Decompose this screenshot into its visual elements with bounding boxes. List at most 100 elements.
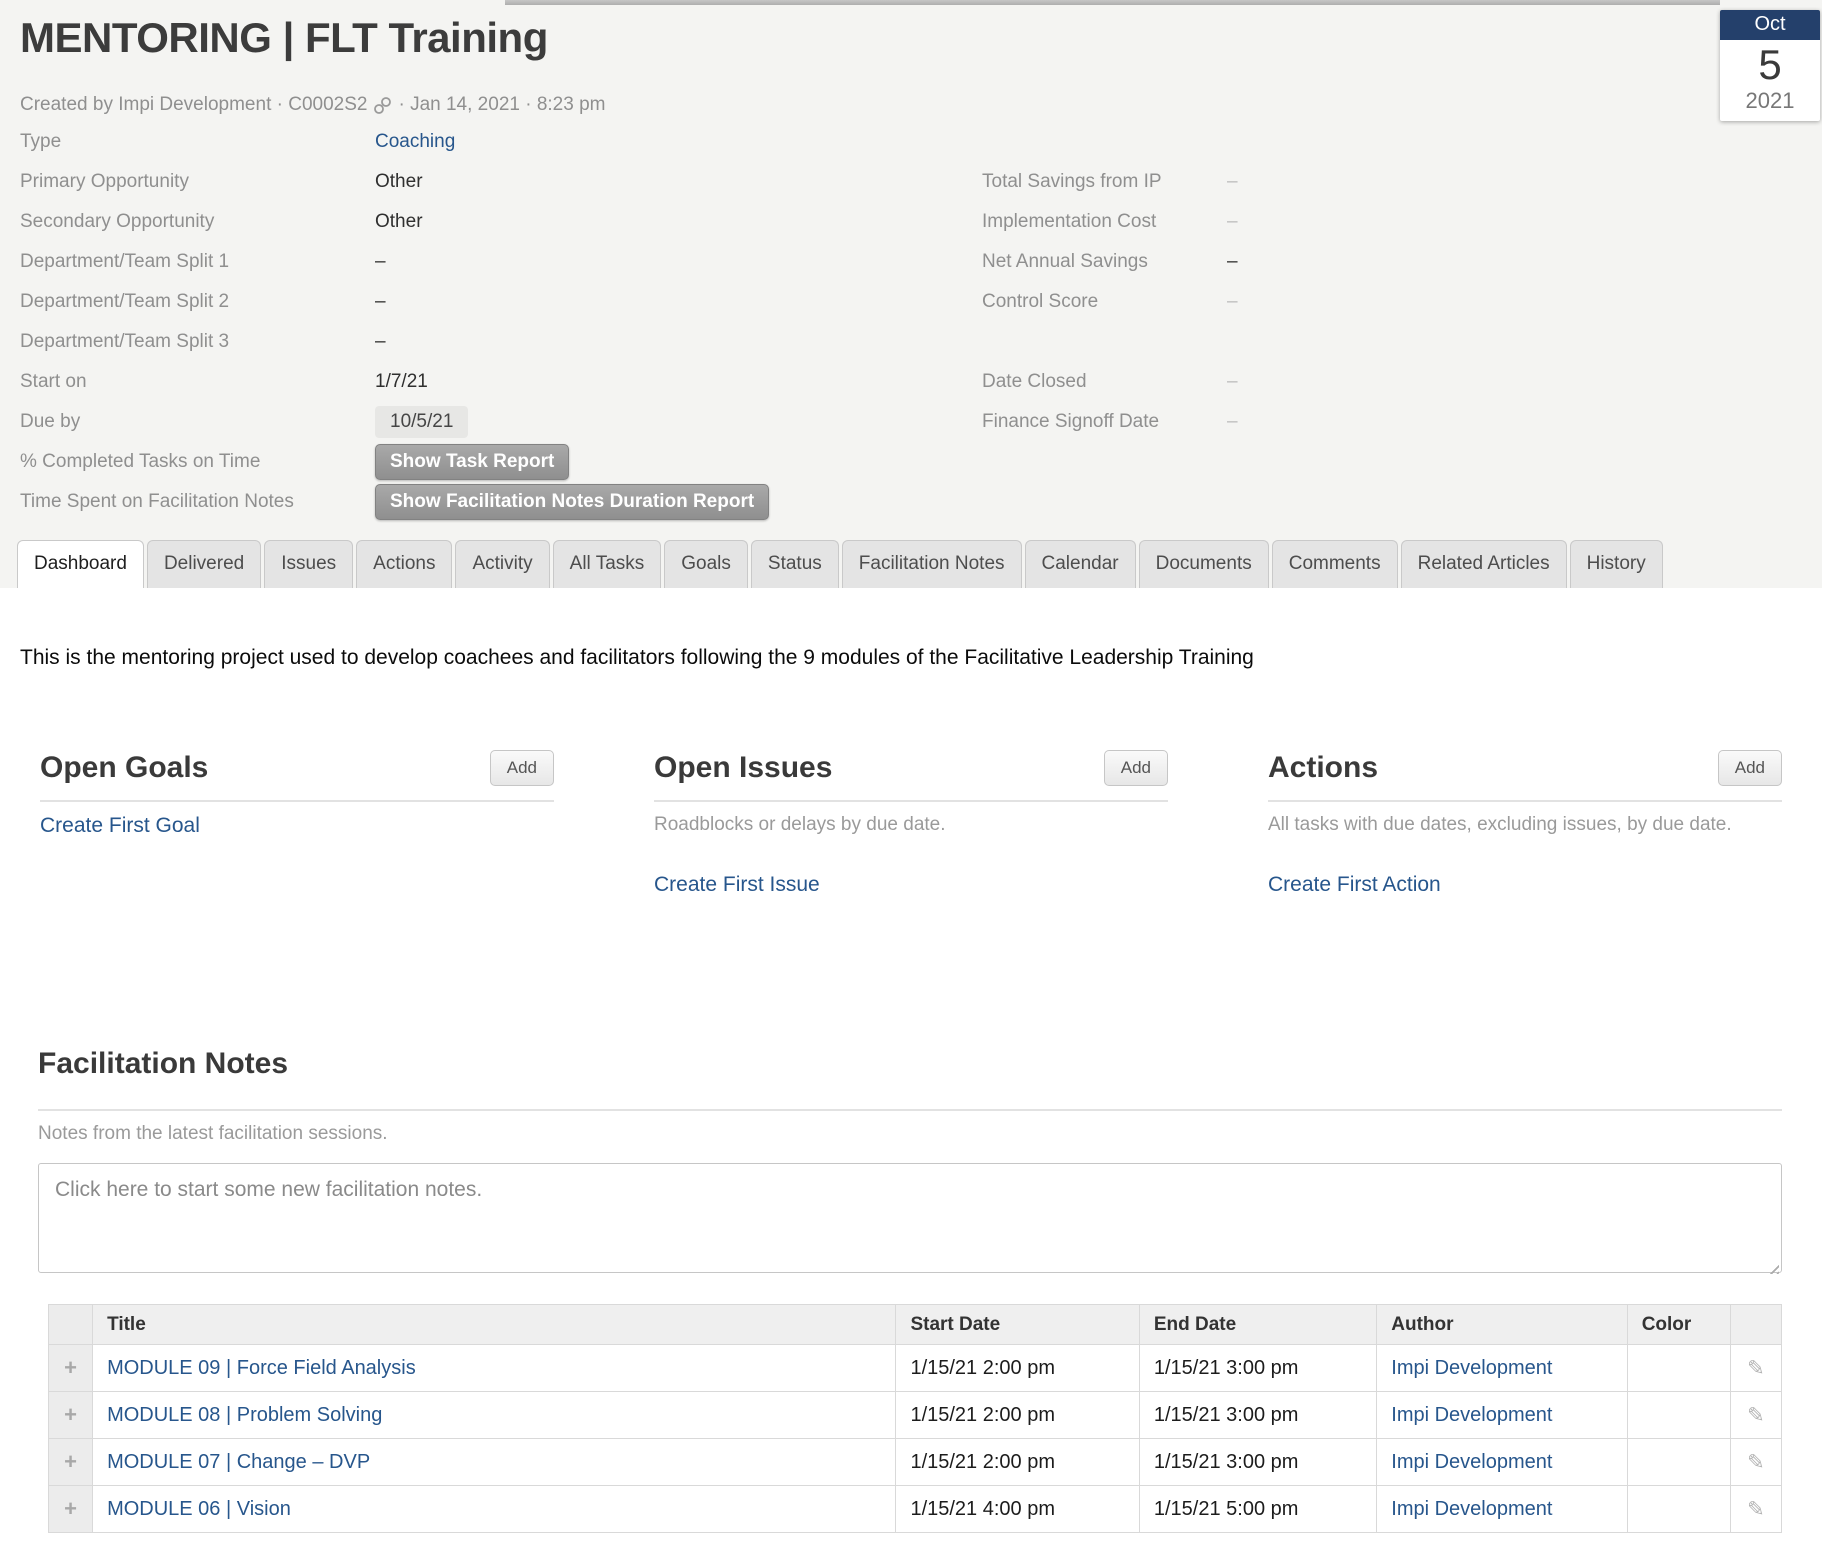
open-goals-title: Open Goals	[40, 751, 208, 785]
tab-goals[interactable]: Goals	[664, 540, 748, 588]
field-label: Control Score	[982, 291, 1227, 313]
date-badge: Oct 5 2021	[1720, 10, 1820, 121]
date-badge-year: 2021	[1720, 88, 1820, 121]
field-value: Other	[375, 211, 423, 233]
note-title-link[interactable]: MODULE 07 | Change – DVP	[107, 1451, 370, 1473]
expand-row-icon[interactable]: +	[64, 1496, 77, 1522]
expand-row-icon[interactable]: +	[64, 1355, 77, 1381]
note-author-link[interactable]: Impi Development	[1391, 1357, 1552, 1379]
field-label: Secondary Opportunity	[20, 211, 375, 233]
start-on-value: 1/7/21	[375, 371, 428, 393]
show-task-report-button[interactable]: Show Task Report	[375, 444, 569, 480]
field-label: Primary Opportunity	[20, 171, 375, 193]
field-date-closed: Date Closed –	[982, 362, 1602, 402]
field-net-annual-savings: Net Annual Savings –	[982, 242, 1602, 282]
open-issues-subtitle: Roadblocks or delays by due date.	[654, 814, 1168, 836]
table-row: + MODULE 06 | Vision 1/15/21 4:00 pm 1/1…	[49, 1486, 1782, 1533]
tab-bar: Dashboard Delivered Issues Actions Activ…	[17, 540, 1663, 588]
field-split-2: Department/Team Split 2 –	[20, 282, 965, 322]
note-start-date: 1/15/21 2:00 pm	[896, 1345, 1139, 1392]
field-split-1: Department/Team Split 1 –	[20, 242, 965, 282]
field-label: Net Annual Savings	[982, 251, 1227, 273]
tab-actions[interactable]: Actions	[356, 540, 452, 588]
edit-pencil-icon[interactable]: ✎	[1747, 1497, 1765, 1522]
column-header-end-date: End Date	[1139, 1305, 1376, 1345]
open-issues-title: Open Issues	[654, 751, 832, 785]
page: Oct 5 2021 MENTORING | FLT Training Crea…	[0, 0, 1822, 1568]
tab-status[interactable]: Status	[751, 540, 839, 588]
tab-activity[interactable]: Activity	[455, 540, 549, 588]
column-header-start-date: Start Date	[896, 1305, 1139, 1345]
field-label: Type	[20, 131, 375, 153]
field-spacer	[982, 322, 1602, 362]
tab-documents[interactable]: Documents	[1139, 540, 1269, 588]
field-label: Date Closed	[982, 371, 1227, 393]
type-value-link[interactable]: Coaching	[375, 131, 455, 153]
tab-all-tasks[interactable]: All Tasks	[553, 540, 662, 588]
field-value: –	[375, 331, 386, 353]
field-secondary-opportunity: Secondary Opportunity Other	[20, 202, 965, 242]
add-action-button[interactable]: Add	[1718, 750, 1782, 786]
show-facilitation-notes-duration-report-button[interactable]: Show Facilitation Notes Duration Report	[375, 484, 769, 520]
expand-column-header	[49, 1305, 93, 1345]
note-end-date: 1/15/21 5:00 pm	[1139, 1486, 1376, 1533]
field-control-score: Control Score –	[982, 282, 1602, 322]
expand-row-icon[interactable]: +	[64, 1402, 77, 1428]
table-row: + MODULE 07 | Change – DVP 1/15/21 2:00 …	[49, 1439, 1782, 1486]
tab-calendar[interactable]: Calendar	[1025, 540, 1136, 588]
field-label: Time Spent on Facilitation Notes	[20, 491, 375, 513]
note-title-link[interactable]: MODULE 09 | Force Field Analysis	[107, 1357, 416, 1379]
create-first-issue-link[interactable]: Create First Issue	[654, 873, 820, 897]
note-author-link[interactable]: Impi Development	[1391, 1498, 1552, 1520]
actions-subtitle: All tasks with due dates, excluding issu…	[1268, 814, 1782, 836]
field-completed-tasks: % Completed Tasks on Time Show Task Repo…	[20, 442, 965, 482]
tab-related-articles[interactable]: Related Articles	[1401, 540, 1567, 588]
note-color-cell	[1627, 1486, 1730, 1533]
tab-comments[interactable]: Comments	[1272, 540, 1398, 588]
expand-row-icon[interactable]: +	[64, 1449, 77, 1475]
column-header-color: Color	[1627, 1305, 1730, 1345]
field-value: –	[1227, 291, 1238, 313]
due-by-value[interactable]: 10/5/21	[375, 406, 468, 438]
create-first-action-link[interactable]: Create First Action	[1268, 873, 1441, 897]
field-value: Other	[375, 171, 423, 193]
facilitation-notes-table: Title Start Date End Date Author Color +…	[48, 1304, 1782, 1533]
field-value: –	[1227, 411, 1238, 433]
field-label: % Completed Tasks on Time	[20, 451, 375, 473]
table-row: + MODULE 09 | Force Field Analysis 1/15/…	[49, 1345, 1782, 1392]
tab-dashboard[interactable]: Dashboard	[17, 540, 144, 588]
note-author-link[interactable]: Impi Development	[1391, 1451, 1552, 1473]
facilitation-notes-section: Facilitation Notes Notes from the latest…	[38, 1047, 1782, 1533]
add-issue-button[interactable]: Add	[1104, 750, 1168, 786]
table-row: + MODULE 08 | Problem Solving 1/15/21 2:…	[49, 1392, 1782, 1439]
column-header-title: Title	[93, 1305, 896, 1345]
edit-pencil-icon[interactable]: ✎	[1747, 1450, 1765, 1475]
divider	[38, 1109, 1782, 1111]
create-first-goal-link[interactable]: Create First Goal	[40, 814, 200, 838]
page-title: MENTORING | FLT Training	[20, 14, 548, 62]
edit-pencil-icon[interactable]: ✎	[1747, 1356, 1765, 1381]
facilitation-notes-input[interactable]	[38, 1163, 1782, 1273]
divider	[654, 800, 1168, 802]
field-label: Department/Team Split 3	[20, 331, 375, 353]
note-title-link[interactable]: MODULE 08 | Problem Solving	[107, 1404, 382, 1426]
tab-issues[interactable]: Issues	[264, 540, 353, 588]
note-author-link[interactable]: Impi Development	[1391, 1404, 1552, 1426]
divider	[40, 800, 554, 802]
add-goal-button[interactable]: Add	[490, 750, 554, 786]
permalink-icon[interactable]	[373, 96, 392, 115]
edit-pencil-icon[interactable]: ✎	[1747, 1403, 1765, 1428]
note-title-link[interactable]: MODULE 06 | Vision	[107, 1498, 291, 1520]
field-label: Finance Signoff Date	[982, 411, 1227, 433]
note-end-date: 1/15/21 3:00 pm	[1139, 1439, 1376, 1486]
tab-facilitation-notes[interactable]: Facilitation Notes	[842, 540, 1022, 588]
tab-history[interactable]: History	[1570, 540, 1663, 588]
tab-delivered[interactable]: Delivered	[147, 540, 261, 588]
actions-title: Actions	[1268, 751, 1378, 785]
project-description: This is the mentoring project used to de…	[20, 646, 1822, 670]
field-value: –	[1227, 211, 1238, 233]
field-label: Department/Team Split 1	[20, 251, 375, 273]
field-value: –	[1227, 171, 1238, 193]
note-end-date: 1/15/21 3:00 pm	[1139, 1345, 1376, 1392]
note-color-cell	[1627, 1345, 1730, 1392]
